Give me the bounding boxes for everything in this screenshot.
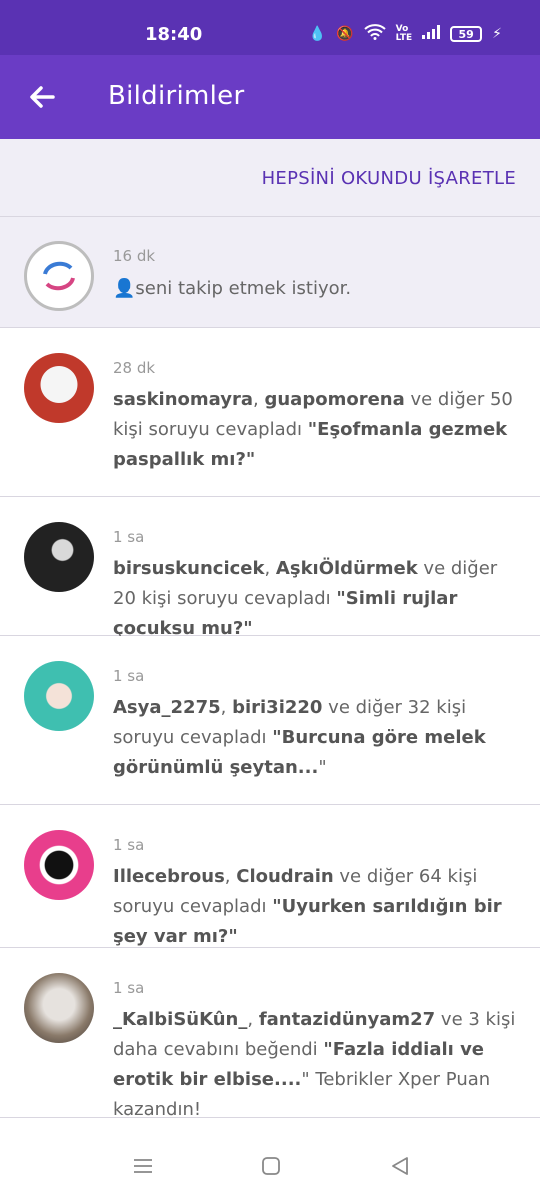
separator: , (253, 389, 265, 410)
data-saver-icon: 💧 (308, 26, 327, 42)
signal-icon (422, 25, 441, 43)
username[interactable]: _KalbiSüKûn_ (113, 1009, 247, 1030)
notification-text: _KalbiSüKûn_, fantazidünyam27 ve 3 kişi … (113, 1005, 520, 1125)
avatar (24, 661, 94, 731)
separator: , (247, 1009, 259, 1030)
wifi-icon (363, 24, 386, 44)
notification-time: 1 sa (113, 667, 145, 685)
username[interactable]: Cloudrain (236, 866, 333, 887)
username[interactable]: biri3i220 (232, 697, 322, 718)
battery-icon: 59 (450, 26, 483, 42)
back-icon[interactable] (388, 1154, 412, 1178)
volte-icon: Vo LTE (395, 24, 413, 43)
username[interactable]: fantazidünyam27 (259, 1009, 435, 1030)
avatar (24, 522, 94, 592)
charging-icon: ⚡ (492, 26, 502, 42)
avatar (24, 353, 94, 423)
separator: , (224, 866, 237, 887)
username[interactable]: AşkıÖldürmek (276, 558, 418, 579)
avatar (24, 241, 94, 311)
avatar (24, 830, 94, 900)
separator: , (220, 697, 233, 718)
notification-text: 👤seni takip etmek istiyor. (113, 274, 520, 304)
home-icon[interactable] (259, 1154, 283, 1178)
notification-item[interactable]: 1 sa birsuskuncicek, AşkıÖldürmek ve diğ… (0, 497, 540, 639)
status-time: 18:40 (145, 24, 203, 45)
notification-item[interactable]: 1 sa _KalbiSüKûn_, fantazidünyam27 ve 3 … (0, 948, 540, 1120)
notification-tail: " (318, 757, 327, 778)
notification-time: 1 sa (113, 528, 145, 546)
system-nav-bar (0, 1140, 540, 1200)
notification-item[interactable]: 1 sa Asya_2275, biri3i220 ve diğer 32 ki… (0, 636, 540, 805)
separator: , (264, 558, 276, 579)
notification-item[interactable]: 1 sa Illecebrous, Cloudrain ve diğer 64 … (0, 805, 540, 948)
notification-message: seni takip etmek istiyor. (135, 278, 352, 299)
notification-time: 1 sa (113, 979, 145, 997)
notification-list: 16 dk 👤seni takip etmek istiyor. 28 dk s… (0, 217, 540, 1120)
username[interactable]: Asya_2275 (113, 697, 221, 718)
notification-item[interactable]: 28 dk saskinomayra, guapomorena ve diğer… (0, 328, 540, 497)
action-bar: HEPSİNİ OKUNDU İŞARETLE (0, 139, 540, 217)
page-title: Bildirimler (108, 81, 245, 111)
app-bar: Bildirimler (0, 55, 540, 139)
mute-icon: 🔕 (336, 26, 354, 42)
mark-all-read-button[interactable]: HEPSİNİ OKUNDU İŞARETLE (262, 168, 516, 189)
menu-icon[interactable] (131, 1154, 155, 1178)
status-bar: 18:40 💧 🔕 Vo LTE 59 ⚡ (0, 0, 540, 55)
avatar (24, 973, 94, 1043)
notification-text: Illecebrous, Cloudrain ve diğer 64 kişi … (113, 862, 520, 952)
notification-time: 16 dk (113, 247, 156, 265)
username[interactable]: birsuskuncicek (113, 558, 264, 579)
status-icons: 💧 🔕 Vo LTE 59 ⚡ (309, 24, 502, 44)
username[interactable]: Illecebrous (113, 866, 225, 887)
username[interactable]: guapomorena (264, 389, 404, 410)
notification-text: Asya_2275, biri3i220 ve diğer 32 kişi so… (113, 693, 520, 783)
notification-text: saskinomayra, guapomorena ve diğer 50 ki… (113, 385, 520, 475)
notification-text: birsuskuncicek, AşkıÖldürmek ve diğer 20… (113, 554, 520, 644)
user-icon: 👤 (113, 278, 136, 299)
notification-item[interactable]: 16 dk 👤seni takip etmek istiyor. (0, 217, 540, 328)
username[interactable]: saskinomayra (113, 389, 253, 410)
notification-time: 1 sa (113, 836, 145, 854)
back-arrow-icon[interactable] (26, 81, 58, 113)
notification-time: 28 dk (113, 359, 156, 377)
